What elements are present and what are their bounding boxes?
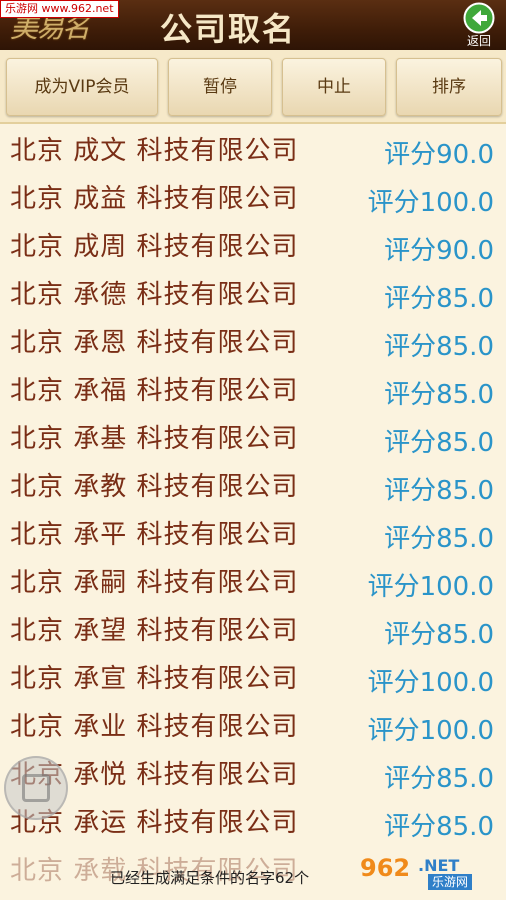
name-row[interactable]: 北京 成益 科技有限公司 评分100.0 bbox=[0, 172, 506, 220]
back-button[interactable]: 返回 bbox=[456, 2, 502, 50]
company-name: 北京 承基 科技有限公司 bbox=[10, 424, 299, 454]
name-row[interactable]: 北京 承悦 科技有限公司 评分85.0 bbox=[0, 748, 506, 796]
name-row[interactable]: 北京 承福 科技有限公司 评分85.0 bbox=[0, 364, 506, 412]
name-score: 评分85.0 bbox=[384, 284, 494, 314]
name-score: 评分90.0 bbox=[384, 140, 494, 170]
vip-button[interactable]: 成为VIP会员 bbox=[6, 58, 158, 116]
name-score: 评分85.0 bbox=[384, 764, 494, 794]
name-row[interactable]: 北京 承宣 科技有限公司 评分100.0 bbox=[0, 652, 506, 700]
sort-button[interactable]: 排序 bbox=[396, 58, 502, 116]
name-score: 评分85.0 bbox=[384, 476, 494, 506]
company-name: 北京 承望 科技有限公司 bbox=[10, 616, 299, 646]
site-watermark-number: 962 bbox=[360, 854, 411, 882]
page-title: 公司取名 bbox=[160, 10, 297, 48]
name-score: 评分85.0 bbox=[384, 524, 494, 554]
name-score: 评分85.0 bbox=[384, 812, 494, 842]
name-row[interactable]: 北京 承恩 科技有限公司 评分85.0 bbox=[0, 316, 506, 364]
name-row[interactable]: 北京 承教 科技有限公司 评分85.0 bbox=[0, 460, 506, 508]
name-score: 评分100.0 bbox=[367, 668, 494, 698]
company-name: 北京 承业 科技有限公司 bbox=[10, 712, 299, 742]
back-label: 返回 bbox=[466, 34, 491, 48]
name-row[interactable]: 北京 承业 科技有限公司 评分100.0 bbox=[0, 700, 506, 748]
company-name: 北京 承宣 科技有限公司 bbox=[10, 664, 299, 694]
name-row[interactable]: 北京 成文 科技有限公司 评分90.0 bbox=[0, 124, 506, 172]
name-row[interactable]: 北京 承德 科技有限公司 评分85.0 bbox=[0, 268, 506, 316]
back-arrow-icon bbox=[463, 2, 495, 34]
name-score: 评分100.0 bbox=[367, 188, 494, 218]
name-row[interactable]: 北京 成周 科技有限公司 评分90.0 bbox=[0, 220, 506, 268]
name-score: 评分100.0 bbox=[367, 716, 494, 746]
floating-menu-button[interactable] bbox=[4, 756, 68, 820]
name-score: 评分100.0 bbox=[367, 572, 494, 602]
company-name: 北京 承教 科技有限公司 bbox=[10, 472, 299, 502]
name-score: 评分90.0 bbox=[384, 236, 494, 266]
company-name: 北京 成益 科技有限公司 bbox=[10, 184, 299, 214]
site-watermark-net: .NET bbox=[418, 856, 460, 875]
name-row[interactable]: 北京 承望 科技有限公司 评分85.0 bbox=[0, 604, 506, 652]
site-watermark: 962 .NET 乐游网 bbox=[360, 854, 500, 894]
name-score: 评分85.0 bbox=[384, 332, 494, 362]
company-name: 北京 成周 科技有限公司 bbox=[10, 232, 299, 262]
company-name: 北京 承福 科技有限公司 bbox=[10, 376, 299, 406]
name-score: 评分85.0 bbox=[384, 380, 494, 410]
company-name: 北京 成文 科技有限公司 bbox=[10, 136, 299, 166]
header-bar: 美易名 乐游网 www.962.net 公司取名 返回 bbox=[0, 0, 506, 50]
company-name: 北京 承嗣 科技有限公司 bbox=[10, 568, 299, 598]
name-row[interactable]: 北京 承嗣 科技有限公司 评分100.0 bbox=[0, 556, 506, 604]
company-name: 北京 承德 科技有限公司 bbox=[10, 280, 299, 310]
name-row[interactable]: 北京 承运 科技有限公司 评分85.0 bbox=[0, 796, 506, 844]
company-name: 北京 承恩 科技有限公司 bbox=[10, 328, 299, 358]
name-score: 评分85.0 bbox=[384, 428, 494, 458]
name-row[interactable]: 北京 承平 科技有限公司 评分85.0 bbox=[0, 508, 506, 556]
toolbar: 成为VIP会员 暂停 中止 排序 bbox=[0, 50, 506, 124]
name-row[interactable]: 北京 承基 科技有限公司 评分85.0 bbox=[0, 412, 506, 460]
site-watermark-cn: 乐游网 bbox=[428, 874, 473, 890]
name-score: 评分85.0 bbox=[384, 620, 494, 650]
company-name: 北京 承平 科技有限公司 bbox=[10, 520, 299, 550]
menu-square-icon bbox=[22, 774, 50, 802]
pause-button[interactable]: 暂停 bbox=[168, 58, 272, 116]
name-list: 北京 成文 科技有限公司 评分90.0 北京 成益 科技有限公司 评分100.0 北京 … bbox=[0, 124, 506, 900]
stop-button[interactable]: 中止 bbox=[282, 58, 386, 116]
watermark-badge: 乐游网 www.962.net bbox=[0, 0, 119, 18]
status-text: 已经生成满足条件的名字62个 bbox=[110, 869, 310, 887]
